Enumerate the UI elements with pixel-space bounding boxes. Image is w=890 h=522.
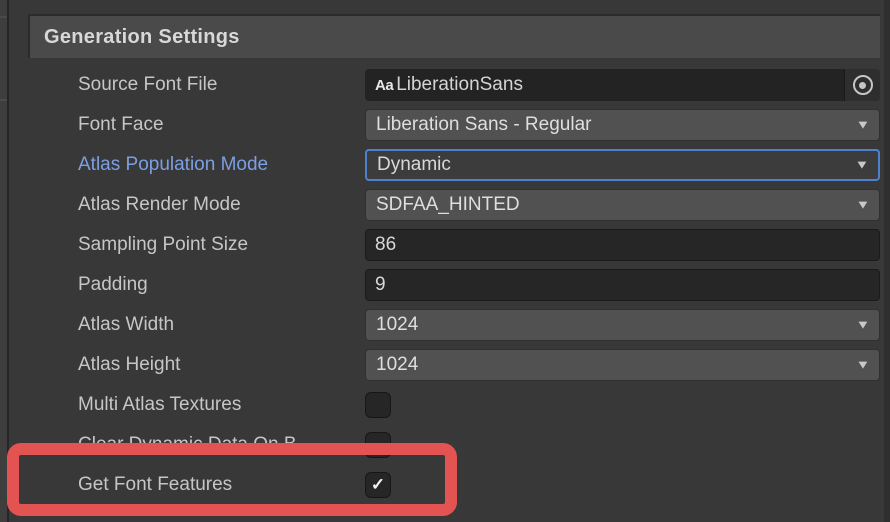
row-get-font-features: Get Font Features ✓	[0, 465, 890, 505]
sampling-point-size-input[interactable]	[365, 229, 880, 261]
atlas-render-mode-dropdown[interactable]: SDFAA_HINTED ▼	[365, 189, 880, 221]
chevron-down-icon: ▼	[856, 359, 871, 371]
sampling-point-size-label: Sampling Point Size	[78, 234, 365, 256]
source-font-file-label: Source Font File	[78, 74, 365, 96]
row-source-font-file: Source Font File Aa LiberationSans	[0, 65, 890, 105]
atlas-width-label: Atlas Width	[78, 314, 365, 336]
source-font-file-value: LiberationSans	[396, 74, 523, 96]
atlas-render-mode-label: Atlas Render Mode	[78, 194, 365, 216]
row-padding: Padding	[0, 265, 890, 305]
clear-dynamic-data-label: Clear Dynamic Data On B	[78, 434, 365, 456]
row-font-face: Font Face Liberation Sans - Regular ▼	[0, 105, 890, 145]
chevron-down-icon: ▼	[856, 119, 871, 131]
font-face-label: Font Face	[78, 114, 365, 136]
generation-settings-header[interactable]: Generation Settings	[28, 14, 880, 58]
get-font-features-checkbox[interactable]: ✓	[365, 472, 391, 498]
atlas-height-label: Atlas Height	[78, 354, 365, 376]
atlas-population-mode-label: Atlas Population Mode	[78, 154, 365, 176]
atlas-population-mode-dropdown[interactable]: Dynamic ▼	[365, 149, 880, 181]
object-picker-button[interactable]	[844, 69, 880, 101]
row-atlas-height: Atlas Height 1024 ▼	[0, 345, 890, 385]
generation-settings-body: Source Font File Aa LiberationSans Font …	[0, 65, 890, 505]
row-atlas-render-mode: Atlas Render Mode SDFAA_HINTED ▼	[0, 185, 890, 225]
atlas-population-mode-value: Dynamic	[377, 154, 451, 176]
checkmark-icon: ✓	[371, 475, 385, 495]
clear-dynamic-data-checkbox[interactable]	[365, 432, 391, 458]
source-font-file-field[interactable]: Aa LiberationSans	[365, 69, 880, 101]
chevron-down-icon: ▼	[856, 199, 871, 211]
chevron-down-icon: ▼	[855, 159, 870, 171]
multi-atlas-textures-label: Multi Atlas Textures	[78, 394, 365, 416]
multi-atlas-textures-checkbox[interactable]	[365, 392, 391, 418]
padding-label: Padding	[78, 274, 365, 296]
padding-input[interactable]	[365, 269, 880, 301]
atlas-height-dropdown[interactable]: 1024 ▼	[365, 349, 880, 381]
section-title: Generation Settings	[30, 26, 240, 49]
row-atlas-width: Atlas Width 1024 ▼	[0, 305, 890, 345]
row-sampling-point-size: Sampling Point Size	[0, 225, 890, 265]
atlas-width-value: 1024	[376, 314, 418, 336]
chevron-down-icon: ▼	[856, 319, 871, 331]
atlas-height-value: 1024	[376, 354, 418, 376]
font-face-dropdown[interactable]: Liberation Sans - Regular ▼	[365, 109, 880, 141]
row-atlas-population-mode: Atlas Population Mode Dynamic ▼	[0, 145, 890, 185]
atlas-width-dropdown[interactable]: 1024 ▼	[365, 309, 880, 341]
get-font-features-label: Get Font Features	[78, 474, 365, 496]
row-multi-atlas-textures: Multi Atlas Textures	[0, 385, 890, 425]
atlas-render-mode-value: SDFAA_HINTED	[376, 194, 520, 216]
object-picker-icon	[853, 75, 873, 95]
font-face-value: Liberation Sans - Regular	[376, 114, 591, 136]
row-clear-dynamic-data: Clear Dynamic Data On B	[0, 425, 890, 465]
font-asset-icon: Aa	[365, 77, 396, 94]
